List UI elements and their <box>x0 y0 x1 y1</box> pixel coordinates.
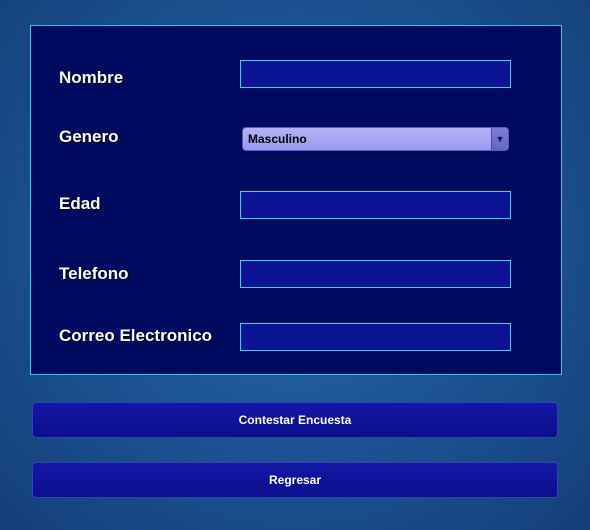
nombre-input[interactable] <box>240 60 511 88</box>
correo-label: Correo Electronico <box>59 326 213 345</box>
contestar-encuesta-button[interactable]: Contestar Encuesta <box>32 402 558 438</box>
survey-form-panel: Nombre Genero Masculino ▼ Edad Telefono … <box>30 25 562 375</box>
edad-input[interactable] <box>240 191 511 219</box>
correo-input[interactable] <box>240 323 511 351</box>
genero-label: Genero <box>59 127 119 146</box>
nombre-label: Nombre <box>59 68 124 87</box>
telefono-input[interactable] <box>240 260 511 288</box>
genero-select[interactable]: Masculino ▼ <box>242 127 509 151</box>
edad-label: Edad <box>59 194 101 213</box>
regresar-button[interactable]: Regresar <box>32 462 558 498</box>
genero-selected-value: Masculino <box>248 132 307 146</box>
telefono-label: Telefono <box>59 264 129 283</box>
triangle-down-icon[interactable]: ▼ <box>491 128 508 150</box>
